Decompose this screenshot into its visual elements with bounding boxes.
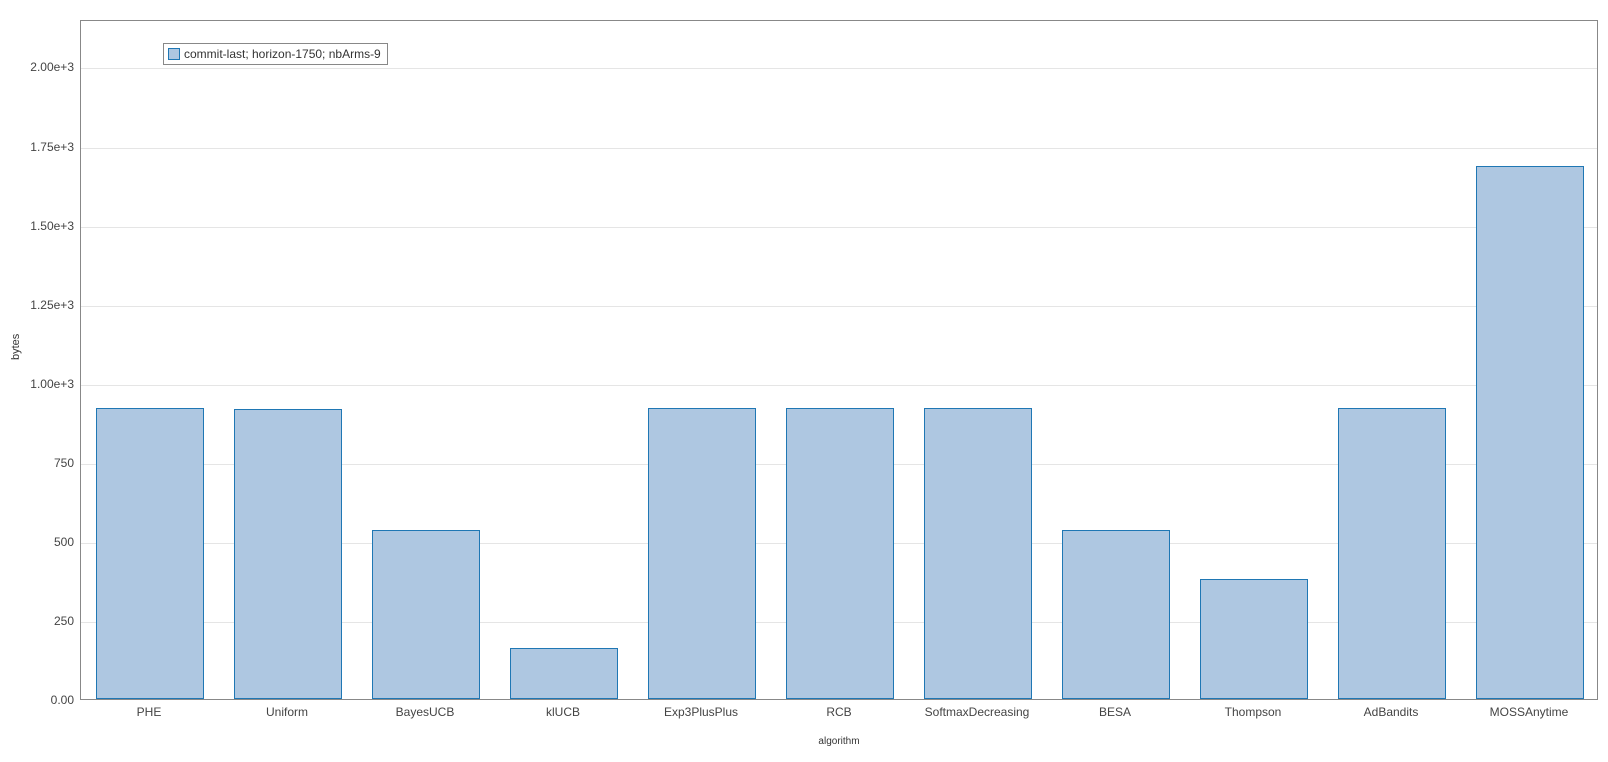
x-tick-label: BESA bbox=[1099, 705, 1131, 719]
bar-BayesUCB[interactable] bbox=[372, 530, 480, 699]
x-tick-label: klUCB bbox=[546, 705, 580, 719]
bar-MOSSAnytime[interactable] bbox=[1476, 166, 1584, 699]
y-tick-label: 1.25e+3 bbox=[14, 298, 74, 312]
x-tick-label: BayesUCB bbox=[396, 705, 455, 719]
x-tick-label: Exp3PlusPlus bbox=[664, 705, 738, 719]
y-tick-label: 500 bbox=[14, 535, 74, 549]
chart-container: commit-last; horizon-1750; nbArms-9 0.00… bbox=[0, 0, 1608, 762]
x-tick-label: Uniform bbox=[266, 705, 308, 719]
y-tick-label: 1.00e+3 bbox=[14, 377, 74, 391]
y-tick-label: 1.75e+3 bbox=[14, 140, 74, 154]
bar-PHE[interactable] bbox=[96, 408, 204, 699]
y-axis-title: bytes bbox=[10, 334, 22, 360]
y-tick-label: 2.00e+3 bbox=[14, 60, 74, 74]
bar-SoftmaxDecreasing[interactable] bbox=[924, 408, 1032, 699]
bar-AdBandits[interactable] bbox=[1338, 408, 1446, 699]
x-tick-label: SoftmaxDecreasing bbox=[925, 705, 1030, 719]
x-tick-label: AdBandits bbox=[1364, 705, 1419, 719]
legend: commit-last; horizon-1750; nbArms-9 bbox=[163, 43, 388, 65]
bar-BESA[interactable] bbox=[1062, 530, 1170, 699]
y-tick-label: 0.00 bbox=[14, 693, 74, 707]
legend-label: commit-last; horizon-1750; nbArms-9 bbox=[184, 47, 381, 61]
plot-area: commit-last; horizon-1750; nbArms-9 bbox=[80, 20, 1598, 700]
x-tick-label: Thompson bbox=[1225, 705, 1282, 719]
legend-swatch-icon bbox=[168, 48, 180, 60]
x-tick-label: RCB bbox=[826, 705, 851, 719]
y-tick-label: 750 bbox=[14, 456, 74, 470]
bar-RCB[interactable] bbox=[786, 408, 894, 699]
bar-Thompson[interactable] bbox=[1200, 579, 1308, 699]
x-tick-label: PHE bbox=[137, 705, 162, 719]
x-tick-label: MOSSAnytime bbox=[1490, 705, 1569, 719]
y-tick-label: 250 bbox=[14, 614, 74, 628]
bar-Exp3PlusPlus[interactable] bbox=[648, 408, 756, 699]
x-axis-title: algorithm bbox=[80, 736, 1598, 747]
bars-group bbox=[81, 21, 1597, 699]
bar-Uniform[interactable] bbox=[234, 409, 342, 699]
y-tick-label: 1.50e+3 bbox=[14, 219, 74, 233]
bar-klUCB[interactable] bbox=[510, 648, 618, 699]
